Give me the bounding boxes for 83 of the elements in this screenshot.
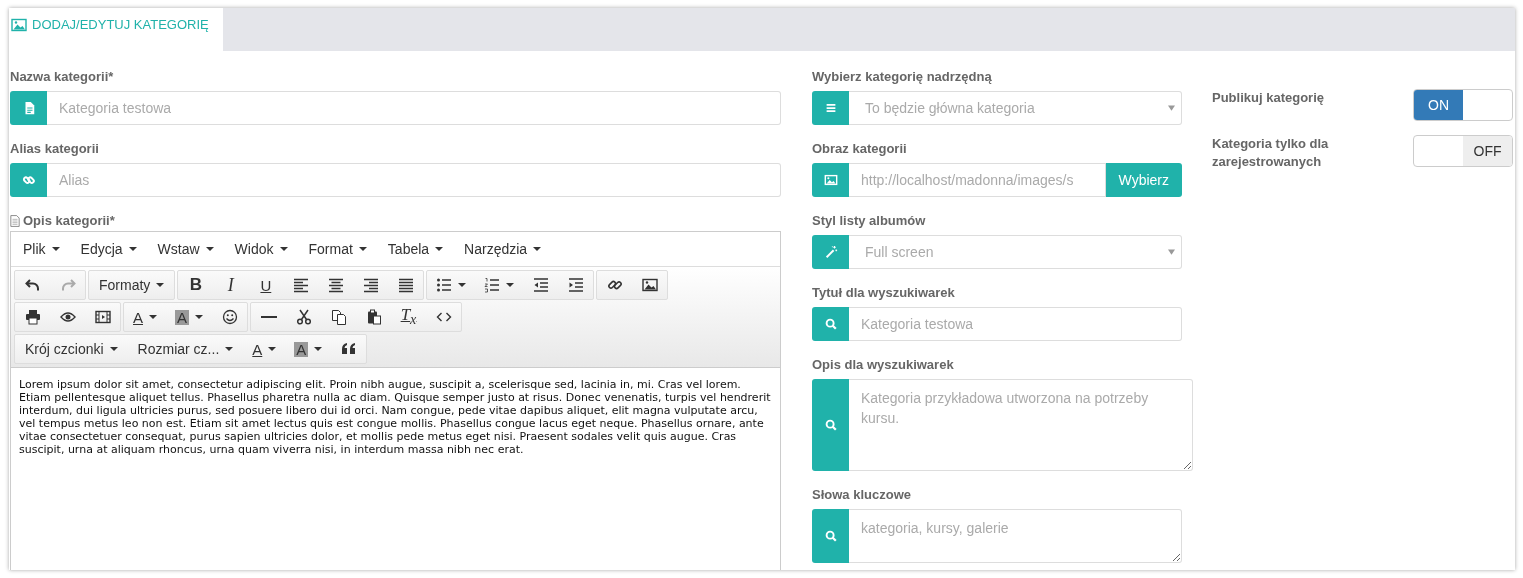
- caret-icon: [205, 247, 214, 251]
- search-icon: [823, 529, 838, 543]
- paste-icon: [365, 309, 382, 325]
- clear-format-button[interactable]: T$_{x}$: [391, 303, 427, 331]
- text-field[interactable]: Kategoria testowa: [849, 307, 1182, 341]
- caret-icon: [225, 347, 234, 351]
- quote-icon: [340, 341, 357, 357]
- toggle-label: Kategoria tylko dla zarejestrowanych: [1212, 135, 1330, 171]
- printer-icon: [24, 309, 41, 325]
- text-color-button[interactable]: A: [124, 303, 166, 331]
- eye-icon: [59, 309, 76, 325]
- field-label: Nazwa kategorii*: [10, 68, 115, 86]
- caret-icon: [195, 315, 204, 319]
- justify-icon: [397, 277, 414, 293]
- smiley-icon: [221, 309, 238, 325]
- caret-icon: [506, 283, 515, 287]
- menu-item[interactable]: Widok: [224, 241, 298, 257]
- editor-text[interactable]: Lorem ipsum dolor sit amet, consectetur adipiscing elit. Proin nibh augue, suscipit a, scelerisque sed, lacinia in, mi. Cras vel lorem. Etiam pellentesque aliquet tellus. Phasellus pharetra nulla ac diam. Quisque semper justo at risus. Donec venenatis, turpis vel hendrerit interdum, dui ligula ultricies purus, sed posuere libero dui id orci. Nam congue, pede vitae dapibus aliquet, elit magna vulputate arcu, vel tempus metus leo non est. Etiam sit amet lectus quis est congue mollis. Phasellus congue lacus eget neque. Phasellus ornare, ante vitae consectetuer consequat, purus sapien ultricies dolor, et mollis pede metus eget nisi. Praesent sodales velit quis augue. Cras suscipit, urna at aliquam rhoncus, urna quam viverra nisi, in interdum massa nibh nec erat.: [11, 368, 780, 466]
- caret-icon: [149, 315, 157, 319]
- image-icon: [641, 277, 658, 293]
- caret-icon: [533, 247, 542, 251]
- align-left-icon: [292, 277, 309, 293]
- toggle-label: Publikuj kategorię: [1212, 89, 1325, 107]
- text-field[interactable]: Alias: [47, 163, 781, 197]
- text-field[interactable]: Kategoria testowa: [47, 91, 781, 125]
- scissors-icon: [295, 309, 312, 325]
- caret-icon: [109, 347, 118, 351]
- menu-item[interactable]: Edycja: [70, 241, 147, 257]
- background-color-button[interactable]: A: [166, 303, 213, 331]
- field-label: Opis dla wyszukiwarek: [812, 356, 955, 374]
- background-color-button[interactable]: A: [285, 335, 332, 363]
- caret-icon: [51, 247, 60, 251]
- caret-icon: [279, 247, 288, 251]
- dropdown-button[interactable]: Rozmiar cz...: [127, 335, 244, 363]
- caret-icon: [1168, 249, 1175, 255]
- align-center-icon: [327, 277, 344, 293]
- italic-button[interactable]: I: [213, 271, 249, 299]
- menu-item[interactable]: Narzędzia: [454, 241, 552, 257]
- caret-icon: [458, 283, 467, 287]
- caret-icon: [435, 247, 444, 251]
- copy-icon: [330, 309, 347, 325]
- field-label: Wybierz kategorię nadrzędną: [812, 68, 993, 86]
- film-icon: [94, 309, 111, 325]
- bold-button[interactable]: B: [178, 271, 214, 299]
- indent-icon: [567, 277, 584, 293]
- menu-item[interactable]: Format: [298, 241, 377, 257]
- menu-item[interactable]: Tabela: [377, 241, 454, 257]
- image-icon: [11, 17, 27, 33]
- search-icon: [823, 317, 838, 331]
- field-label: Alias kategorii: [10, 140, 100, 158]
- align-right-icon: [362, 277, 379, 293]
- outdent-icon: [532, 277, 549, 293]
- magic-wand-icon: [823, 245, 838, 259]
- field-label: Opis kategorii*: [23, 212, 115, 230]
- text-field[interactable]: http://localhost/madonna/images/s: [849, 163, 1106, 197]
- dropdown-button[interactable]: Krój czcionki: [15, 335, 128, 363]
- field-label: Słowa kluczowe: [812, 486, 912, 504]
- bullet-list-icon: [436, 277, 453, 293]
- text-area[interactable]: Kategoria przykładowa utworzona na potrzeby kursu.: [849, 379, 1193, 471]
- text-color-button[interactable]: A: [243, 335, 286, 363]
- toggle-switch[interactable]: ON: [1413, 89, 1513, 121]
- field-label: Tytuł dla wyszukiwarek: [812, 284, 956, 302]
- search-icon: [823, 418, 838, 432]
- toggle-switch[interactable]: OFF: [1413, 135, 1513, 167]
- underline-button[interactable]: U: [248, 271, 284, 299]
- caret-icon: [1168, 105, 1175, 111]
- field-label: Obraz kategorii: [812, 140, 908, 158]
- caret-icon: [128, 247, 137, 251]
- caret-icon: [358, 247, 367, 251]
- numbered-list-icon: [484, 277, 501, 293]
- caret-icon: [156, 283, 165, 287]
- dropdown-button[interactable]: Formaty: [89, 271, 175, 299]
- undo-icon: [24, 277, 41, 293]
- menu-item[interactable]: Wstaw: [147, 241, 224, 257]
- menu-item[interactable]: Plik: [13, 241, 70, 257]
- field-label: Styl listy albumów: [812, 212, 927, 230]
- redo-icon: [59, 277, 76, 293]
- text-area[interactable]: kategoria, kursy, galerie: [849, 509, 1182, 563]
- image-icon: [823, 173, 838, 187]
- caret-icon: [268, 347, 277, 351]
- caret-icon: [314, 347, 323, 351]
- link-icon: [21, 173, 36, 187]
- horizontal-line-icon: [260, 316, 277, 318]
